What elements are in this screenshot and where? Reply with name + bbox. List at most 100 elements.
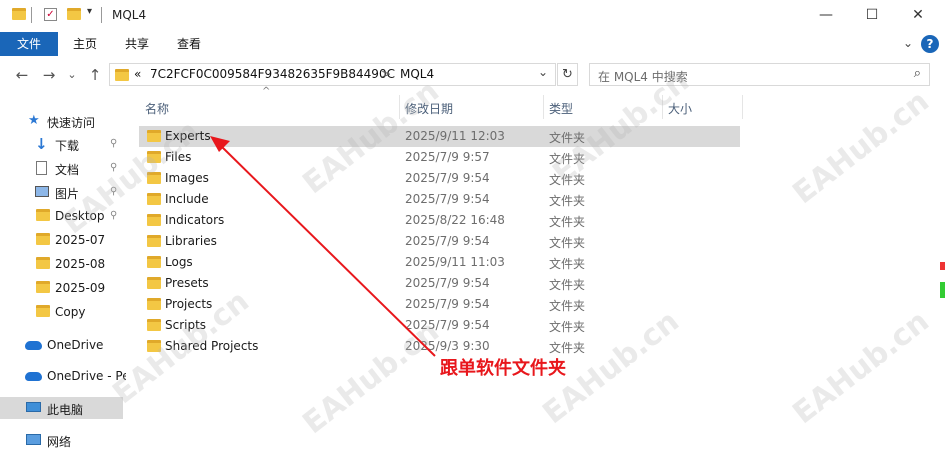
file-row-indicators[interactable]: Indicators 2025/8/22 16:48 文件夹 bbox=[139, 210, 740, 231]
sidebar-item-2025-08[interactable]: 2025-08 bbox=[0, 253, 126, 275]
sidebar-item-label: 快速访问 bbox=[47, 116, 96, 130]
sidebar-item-copy[interactable]: Copy bbox=[0, 301, 126, 323]
search-box[interactable]: 在 MQL4 中搜索 ⌕ bbox=[589, 63, 930, 86]
tab-share[interactable]: 共享 bbox=[116, 32, 158, 56]
column-header-type[interactable]: 类型 bbox=[549, 100, 573, 124]
column-divider[interactable] bbox=[543, 95, 544, 119]
file-name: Files bbox=[165, 150, 192, 164]
background-window-edge bbox=[940, 262, 945, 312]
file-name: Projects bbox=[165, 297, 213, 311]
file-row-libraries[interactable]: Libraries 2025/7/9 9:54 文件夹 bbox=[139, 231, 740, 252]
file-row-images[interactable]: Images 2025/7/9 9:54 文件夹 bbox=[139, 168, 740, 189]
sidebar-item-2025-07[interactable]: 2025-07 bbox=[0, 229, 126, 251]
file-name: Indicators bbox=[165, 213, 225, 227]
sidebar-item-onedrive-personal[interactable]: OneDrive - Pe bbox=[0, 365, 126, 387]
file-type: 文件夹 bbox=[549, 152, 586, 166]
folder-icon bbox=[36, 233, 50, 245]
file-date: 2025/7/9 9:54 bbox=[405, 171, 490, 185]
cloud-icon bbox=[25, 372, 42, 381]
sidebar-item-this-pc[interactable]: 此电脑 bbox=[0, 397, 123, 419]
sort-ascending-icon: ^ bbox=[262, 86, 271, 97]
file-row-include[interactable]: Include 2025/7/9 9:54 文件夹 bbox=[139, 189, 740, 210]
ribbon-tabs: 文件 主页 共享 查看 ⌄ ? bbox=[0, 32, 945, 56]
recent-locations-button[interactable]: ⌄ bbox=[61, 65, 83, 85]
close-button[interactable]: ✕ bbox=[895, 0, 941, 30]
folder-icon bbox=[147, 214, 161, 226]
sidebar-item-network[interactable]: 网络 bbox=[0, 429, 126, 451]
cloud-icon bbox=[25, 341, 42, 350]
file-type: 文件夹 bbox=[549, 278, 586, 292]
file-type: 文件夹 bbox=[549, 257, 586, 271]
file-row-experts[interactable]: Experts 2025/9/11 12:03 文件夹 bbox=[139, 126, 740, 147]
sidebar-item-label: OneDrive - Pe bbox=[47, 369, 126, 383]
sidebar-item-downloads[interactable]: ↓ 下载 ⚲ bbox=[0, 133, 126, 155]
file-row-projects[interactable]: Projects 2025/7/9 9:54 文件夹 bbox=[139, 294, 740, 315]
new-folder-icon[interactable] bbox=[67, 8, 81, 20]
file-date: 2025/7/9 9:54 bbox=[405, 276, 490, 290]
expand-ribbon-button[interactable]: ⌄ bbox=[903, 36, 913, 50]
sidebar-item-2025-09[interactable]: 2025-09 bbox=[0, 277, 126, 299]
file-type: 文件夹 bbox=[549, 173, 586, 187]
file-type: 文件夹 bbox=[549, 215, 586, 229]
tab-file[interactable]: 文件 bbox=[0, 32, 58, 56]
file-row-files[interactable]: Files 2025/7/9 9:57 文件夹 bbox=[139, 147, 740, 168]
computer-icon bbox=[26, 402, 41, 412]
forward-button[interactable]: → bbox=[38, 65, 60, 85]
column-header-size[interactable]: 大小 bbox=[668, 100, 692, 124]
column-header-name[interactable]: 名称 bbox=[145, 100, 169, 124]
up-button[interactable]: ↑ bbox=[84, 65, 106, 85]
refresh-button[interactable]: ↻ bbox=[557, 63, 578, 86]
customize-toolbar-icon[interactable]: ▾ bbox=[87, 6, 92, 17]
help-icon[interactable]: ? bbox=[921, 35, 939, 53]
sidebar-item-desktop[interactable]: Desktop ⚲ bbox=[0, 205, 126, 227]
divider bbox=[101, 7, 102, 23]
file-date: 2025/7/9 9:54 bbox=[405, 192, 490, 206]
watermark: EAHub.cn bbox=[786, 303, 936, 432]
file-row-scripts[interactable]: Scripts 2025/7/9 9:54 文件夹 bbox=[139, 315, 740, 336]
pin-icon: ⚲ bbox=[110, 138, 118, 149]
back-button[interactable]: ← bbox=[11, 65, 33, 85]
folder-icon bbox=[147, 235, 161, 247]
search-input[interactable]: 在 MQL4 中搜索 bbox=[598, 68, 688, 85]
navigation-bar: ← → ⌄ ↑ « 7C2FCF0C009584F93482635F9B8449… bbox=[0, 60, 945, 90]
folder-icon bbox=[36, 209, 50, 221]
search-icon[interactable]: ⌕ bbox=[914, 66, 921, 81]
column-divider[interactable] bbox=[662, 95, 663, 119]
breadcrumb-separator[interactable]: > bbox=[381, 67, 391, 81]
document-icon bbox=[36, 161, 47, 175]
sidebar-item-label: 此电脑 bbox=[47, 403, 84, 417]
breadcrumb-segment[interactable]: 7C2FCF0C009584F93482635F9B84490C bbox=[150, 67, 395, 81]
folder-icon bbox=[36, 305, 50, 317]
breadcrumb-current[interactable]: MQL4 bbox=[400, 67, 434, 81]
minimize-button[interactable]: — bbox=[803, 0, 849, 30]
folder-icon bbox=[147, 193, 161, 205]
sidebar-item-quick-access[interactable]: ★ 快速访问 bbox=[0, 110, 126, 132]
column-header-date[interactable]: 修改日期 bbox=[405, 100, 453, 124]
annotation-label: 跟单软件文件夹 bbox=[440, 358, 566, 379]
path-overflow[interactable]: « bbox=[134, 67, 141, 81]
maximize-button[interactable]: ☐ bbox=[849, 0, 895, 30]
file-row-logs[interactable]: Logs 2025/9/11 11:03 文件夹 bbox=[139, 252, 740, 273]
sidebar-item-documents[interactable]: 文档 ⚲ bbox=[0, 157, 126, 179]
star-icon: ★ bbox=[28, 113, 40, 128]
sidebar-item-pictures[interactable]: 图片 ⚲ bbox=[0, 181, 126, 203]
tab-home[interactable]: 主页 bbox=[64, 32, 106, 56]
file-name: Shared Projects bbox=[165, 339, 259, 353]
address-bar[interactable]: « 7C2FCF0C009584F93482635F9B84490C > MQL… bbox=[109, 63, 556, 86]
sidebar-item-onedrive[interactable]: OneDrive bbox=[0, 334, 126, 356]
address-dropdown[interactable]: ⌄ bbox=[538, 65, 548, 79]
file-type: 文件夹 bbox=[549, 194, 586, 208]
file-name: Images bbox=[165, 171, 209, 185]
column-divider[interactable] bbox=[399, 95, 400, 119]
pin-icon: ⚲ bbox=[110, 186, 118, 197]
properties-icon[interactable]: ✓ bbox=[44, 8, 57, 21]
file-row-presets[interactable]: Presets 2025/7/9 9:54 文件夹 bbox=[139, 273, 740, 294]
picture-icon bbox=[35, 186, 49, 197]
column-divider[interactable] bbox=[742, 95, 743, 119]
file-name: Include bbox=[165, 192, 209, 206]
tab-view[interactable]: 查看 bbox=[168, 32, 210, 56]
folder-icon bbox=[36, 281, 50, 293]
file-date: 2025/8/22 16:48 bbox=[405, 213, 505, 227]
folder-icon bbox=[12, 8, 26, 20]
sidebar-item-label: Desktop bbox=[55, 209, 105, 223]
